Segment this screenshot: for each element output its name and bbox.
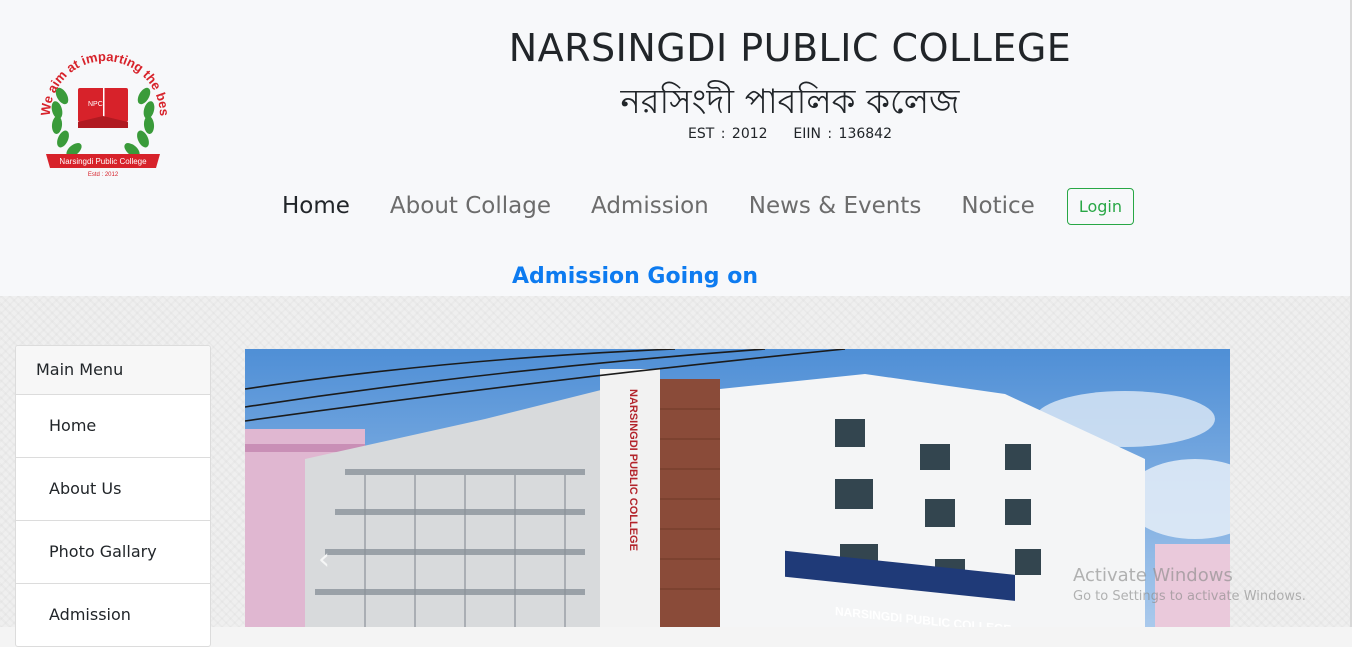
- est-eiin-line: EST : 2012 EIIN : 136842: [688, 126, 892, 142]
- login-button[interactable]: Login: [1066, 187, 1134, 225]
- svg-text:Estd : 2012: Estd : 2012: [88, 172, 119, 178]
- sidebar-item-home[interactable]: Home: [16, 395, 210, 458]
- college-title-english: NARSINGDI PUBLIC COLLEGE: [508, 26, 1072, 70]
- nav-admission[interactable]: Admission: [571, 193, 729, 219]
- college-logo[interactable]: We aim at imparting the best education: [26, 24, 176, 182]
- site-header: We aim at imparting the best education: [0, 0, 1352, 296]
- open-book-icon: NPC: [78, 88, 128, 128]
- college-title-bangla: নরসিংদী পাবলিক কলেজ: [620, 82, 960, 122]
- nav-notice[interactable]: Notice: [941, 193, 1054, 219]
- sidebar-item-admission[interactable]: Admission: [16, 584, 210, 646]
- main-menu-sidebar: Main Menu Home About Us Photo Gallary Ad…: [15, 345, 211, 647]
- main-nav: Home About Collage Admission News & Even…: [262, 186, 1134, 226]
- admission-marquee[interactable]: Admission Going on: [0, 264, 1270, 289]
- sidebar-item-photo-gallary[interactable]: Photo Gallary: [16, 521, 210, 584]
- svg-text:NARSINGDI PUBLIC COLLEGE: NARSINGDI PUBLIC COLLEGE: [627, 389, 639, 551]
- svg-text:NPC: NPC: [88, 101, 103, 108]
- nav-about-collage[interactable]: About Collage: [370, 193, 571, 219]
- svg-text:Narsingdi Public College: Narsingdi Public College: [59, 157, 147, 166]
- chevron-left-icon[interactable]: ‹: [309, 545, 339, 575]
- sidebar-item-about-us[interactable]: About Us: [16, 458, 210, 521]
- nav-home[interactable]: Home: [262, 193, 370, 219]
- sidebar-header: Main Menu: [16, 346, 210, 395]
- nav-news-events[interactable]: News & Events: [729, 193, 942, 219]
- logo-banner: Narsingdi Public College Estd : 2012: [46, 154, 160, 178]
- college-building-photo: NARSINGDI PUBLIC COLLEGE NARSINGDI PUBLI…: [245, 349, 1230, 627]
- image-carousel[interactable]: NARSINGDI PUBLIC COLLEGE NARSINGDI PUBLI…: [245, 349, 1230, 627]
